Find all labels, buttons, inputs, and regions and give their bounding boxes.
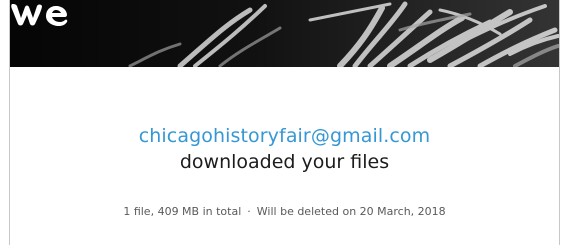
wetransfer-logo-icon[interactable]: [10, 0, 70, 28]
transfer-details: 1 file, 409 MB in total · Will be deleted …: [10, 205, 559, 218]
expiry-note: Will be deleted on 20 March, 2018: [256, 205, 446, 218]
email-card: chicagohistoryfair@gmail.com downloaded …: [9, 0, 560, 245]
download-notice: chicagohistoryfair@gmail.com downloaded …: [10, 67, 559, 245]
header-banner: [10, 0, 559, 67]
recipient-email[interactable]: chicagohistoryfair@gmail.com: [10, 125, 559, 147]
separator-dot: ·: [247, 205, 251, 218]
hands-photo-banner: [10, 0, 559, 67]
file-summary: 1 file, 409 MB in total: [123, 205, 242, 218]
notice-headline: downloaded your files: [179, 151, 390, 173]
